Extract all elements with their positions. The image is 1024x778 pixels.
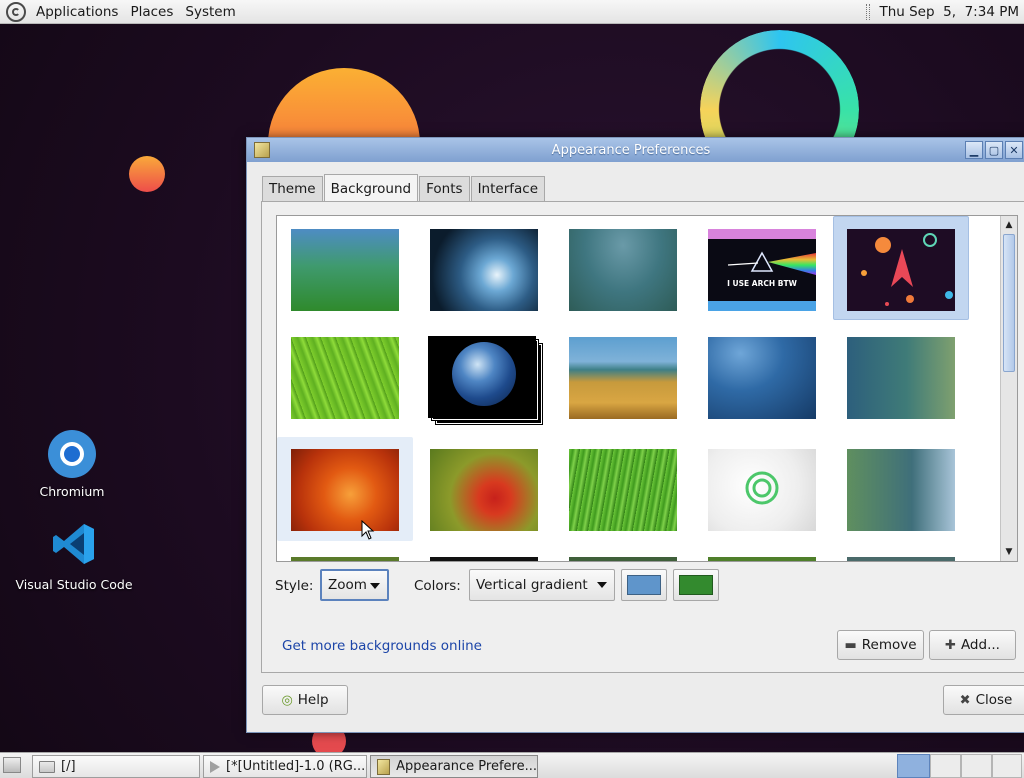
wallpaper-blue-green-gradient[interactable] bbox=[291, 229, 399, 311]
colors-label: Colors: bbox=[414, 578, 461, 594]
colors-value: Vertical gradient bbox=[476, 577, 588, 593]
style-combo[interactable]: Zoom bbox=[320, 569, 389, 601]
vertical-scrollbar[interactable]: ▲ ▼ bbox=[1000, 216, 1017, 561]
secondary-color-swatch bbox=[679, 575, 713, 595]
arch-wallpaper-text: I USE ARCH BTW bbox=[727, 279, 797, 288]
arch-planets-icon bbox=[861, 233, 953, 306]
secondary-color-button[interactable] bbox=[673, 569, 719, 601]
show-desktop-icon[interactable] bbox=[3, 757, 21, 773]
taskbar-item-gimp[interactable]: [*[Untitled]-1.0 (RG... bbox=[203, 755, 367, 778]
workspace-4[interactable] bbox=[992, 754, 1022, 778]
applications-menu[interactable]: Applications bbox=[30, 0, 124, 24]
help-button[interactable]: ◎ Help bbox=[262, 685, 348, 715]
wallpaper-grid: I USE ARCH BTW ▲ ▼ bbox=[276, 215, 1018, 562]
gimp-icon bbox=[210, 760, 220, 773]
tab-background[interactable]: Background bbox=[323, 174, 419, 201]
arch-prism-icon bbox=[727, 251, 816, 275]
desktop-icon-label: Chromium bbox=[39, 484, 105, 499]
close-window-button[interactable]: ✕ bbox=[1005, 141, 1023, 159]
tab-interface[interactable]: Interface bbox=[470, 176, 546, 201]
wallpaper-teal-curves[interactable] bbox=[847, 449, 955, 531]
folder-icon bbox=[39, 760, 55, 773]
remove-button[interactable]: ▬ Remove bbox=[837, 630, 924, 660]
scroll-up-arrow-icon[interactable]: ▲ bbox=[1001, 217, 1017, 233]
wallpaper-small-planet bbox=[129, 156, 165, 192]
plus-icon: ✚ bbox=[945, 637, 956, 653]
workspace-2[interactable] bbox=[930, 754, 961, 778]
desktop-icon-chromium[interactable]: Chromium bbox=[12, 430, 132, 499]
style-label: Style: bbox=[275, 578, 314, 594]
clock[interactable]: Thu Sep 5, 7:34 PM bbox=[879, 4, 1024, 20]
wallpaper-arch-planets-dark[interactable] bbox=[847, 229, 955, 311]
wallpaper-earth-stack[interactable] bbox=[428, 336, 543, 425]
preferences-icon bbox=[377, 758, 391, 775]
wallpaper-partial[interactable] bbox=[569, 557, 677, 561]
scrollbar-thumb[interactable] bbox=[1003, 234, 1015, 372]
tab-bar: Theme Background Fonts Interface bbox=[262, 174, 546, 201]
wallpaper-blue-abstract[interactable] bbox=[708, 337, 816, 419]
tab-theme[interactable]: Theme bbox=[262, 176, 323, 201]
taskbar: [/] [*[Untitled]-1.0 (RG... Appearance P… bbox=[0, 752, 1024, 778]
window-title: Appearance Preferences bbox=[551, 142, 711, 158]
wallpaper-green-grass[interactable] bbox=[569, 449, 677, 531]
maximize-button[interactable]: ▢ bbox=[985, 141, 1003, 159]
close-icon: ✖ bbox=[959, 692, 971, 708]
more-backgrounds-link[interactable]: Get more backgrounds online bbox=[282, 638, 482, 654]
wallpaper-i-use-arch-btw[interactable]: I USE ARCH BTW bbox=[708, 229, 816, 311]
colors-combo[interactable]: Vertical gradient bbox=[469, 569, 615, 601]
minimize-button[interactable]: ▁ bbox=[965, 141, 983, 159]
wallpaper-partial[interactable] bbox=[291, 557, 399, 561]
desktop-icon-vscode[interactable]: Visual Studio Code bbox=[14, 520, 134, 592]
wallpaper-water-drop[interactable] bbox=[430, 229, 538, 311]
wallpaper-beach-grass[interactable] bbox=[569, 337, 677, 419]
chromium-icon bbox=[48, 430, 96, 478]
wallpaper-orange-flower[interactable] bbox=[291, 449, 399, 531]
system-menu[interactable]: System bbox=[179, 0, 241, 24]
add-button[interactable]: ✚ Add... bbox=[929, 630, 1016, 660]
window-titlebar[interactable]: Appearance Preferences ▁ ▢ ✕ bbox=[247, 138, 1024, 162]
wallpaper-white-logo[interactable] bbox=[708, 449, 816, 531]
desktop-icon-label: Visual Studio Code bbox=[15, 577, 133, 592]
workspace-1[interactable] bbox=[897, 754, 930, 778]
dropdown-arrow-icon bbox=[597, 582, 607, 588]
wallpaper-partial[interactable] bbox=[430, 557, 538, 561]
close-button[interactable]: ✖ Close bbox=[943, 685, 1024, 715]
primary-color-button[interactable] bbox=[621, 569, 667, 601]
top-panel: Applications Places System Thu Sep 5, 7:… bbox=[0, 0, 1024, 24]
scroll-down-arrow-icon[interactable]: ▼ bbox=[1001, 544, 1017, 560]
help-icon: ◎ bbox=[281, 692, 293, 708]
vscode-icon bbox=[53, 524, 94, 564]
taskbar-item-appearance[interactable]: Appearance Prefere... bbox=[370, 755, 538, 778]
places-menu[interactable]: Places bbox=[124, 0, 179, 24]
panel-drag-handle[interactable] bbox=[866, 3, 871, 20]
workspace-3[interactable] bbox=[961, 754, 992, 778]
appearance-preferences-window: Appearance Preferences ▁ ▢ ✕ Theme Backg… bbox=[246, 137, 1024, 733]
minus-icon: ▬ bbox=[844, 637, 857, 653]
taskbar-item-files[interactable]: [/] bbox=[32, 755, 200, 778]
wallpaper-partial[interactable] bbox=[847, 557, 955, 561]
tab-fonts[interactable]: Fonts bbox=[419, 176, 470, 201]
wallpaper-red-flower[interactable] bbox=[430, 449, 538, 531]
primary-color-swatch bbox=[627, 575, 661, 595]
wallpaper-teal-blur[interactable] bbox=[569, 229, 677, 311]
wallpaper-partial[interactable] bbox=[708, 557, 816, 561]
wallpaper-green-leaf[interactable] bbox=[291, 337, 399, 419]
style-value: Zoom bbox=[328, 577, 367, 593]
menu-logo-icon[interactable] bbox=[6, 1, 26, 22]
logo-icon bbox=[745, 471, 779, 505]
dropdown-arrow-icon bbox=[370, 583, 380, 589]
background-tab-panel: I USE ARCH BTW ▲ ▼ Style: Zoom Colors: V… bbox=[261, 201, 1024, 673]
wallpaper-teal-bokeh[interactable] bbox=[847, 337, 955, 419]
mouse-cursor-icon bbox=[361, 520, 375, 540]
